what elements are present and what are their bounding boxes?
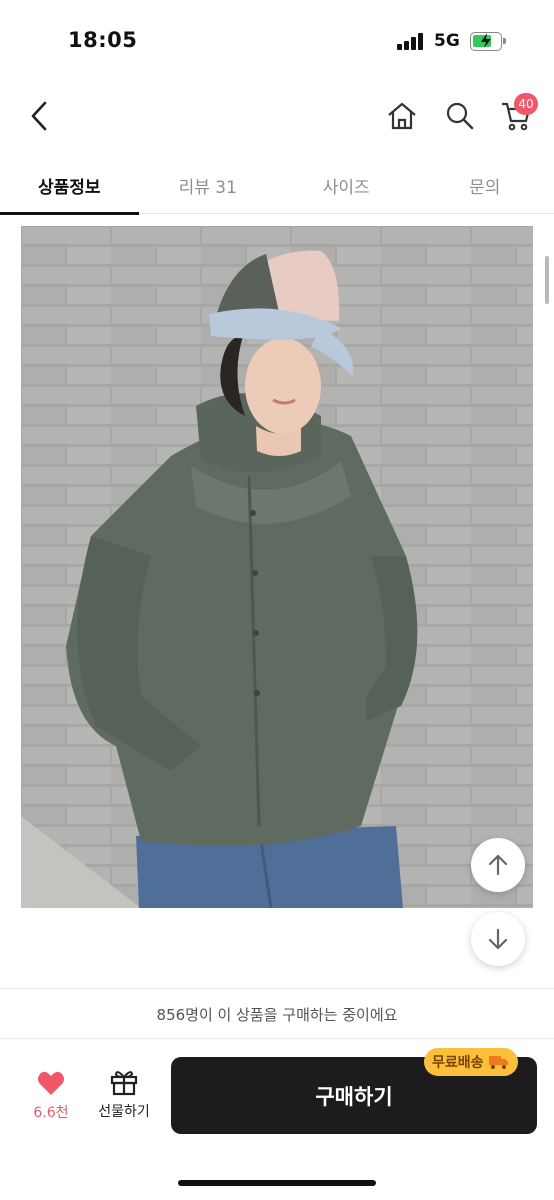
- free-shipping-label: 무료배송: [432, 1055, 484, 1071]
- home-icon: [388, 102, 416, 130]
- product-image[interactable]: [21, 226, 533, 908]
- buyer-count-text: 856명이 이 상품을 구매하는 중이에요: [156, 1005, 398, 1024]
- gift-icon: [110, 1071, 138, 1096]
- like-count: 6.6천: [33, 1105, 69, 1121]
- cart-badge: 40: [514, 93, 538, 115]
- battery-icon: [470, 32, 506, 51]
- heart-icon: [38, 1071, 64, 1095]
- home-button[interactable]: [382, 96, 422, 136]
- arrow-down-icon: [488, 928, 508, 950]
- back-button[interactable]: [20, 96, 60, 136]
- tab-inquiry[interactable]: 문의: [416, 156, 554, 214]
- arrow-up-icon: [488, 854, 508, 876]
- tab-product-info[interactable]: 상품정보: [0, 156, 139, 215]
- status-time: 18:05: [68, 28, 138, 52]
- header: [0, 84, 554, 146]
- home-indicator: [178, 1180, 376, 1186]
- free-shipping-badge: 무료배송: [424, 1048, 518, 1076]
- tab-reviews[interactable]: 리뷰 31: [139, 156, 278, 214]
- scroll-up-button[interactable]: [471, 838, 525, 892]
- buy-button-label: 구매하기: [315, 1084, 393, 1109]
- status-bar: 18:05 5G: [0, 0, 554, 84]
- chevron-left-icon: [31, 101, 47, 131]
- truck-icon: [488, 1056, 508, 1069]
- scroll-indicator[interactable]: [545, 256, 549, 304]
- search-button[interactable]: [440, 96, 480, 136]
- scroll-down-button[interactable]: [471, 912, 525, 966]
- gift-label: 선물하기: [98, 1104, 150, 1120]
- signal-icon: [397, 33, 423, 50]
- search-icon: [446, 102, 474, 130]
- tab-bar: 상품정보 리뷰 31 사이즈 문의: [0, 156, 554, 215]
- divider: [0, 988, 554, 989]
- like-button[interactable]: 6.6천: [26, 1070, 76, 1130]
- network-label: 5G: [434, 31, 460, 51]
- divider: [0, 1038, 554, 1039]
- gift-button[interactable]: 선물하기: [88, 1068, 160, 1128]
- tab-size[interactable]: 사이즈: [277, 156, 416, 214]
